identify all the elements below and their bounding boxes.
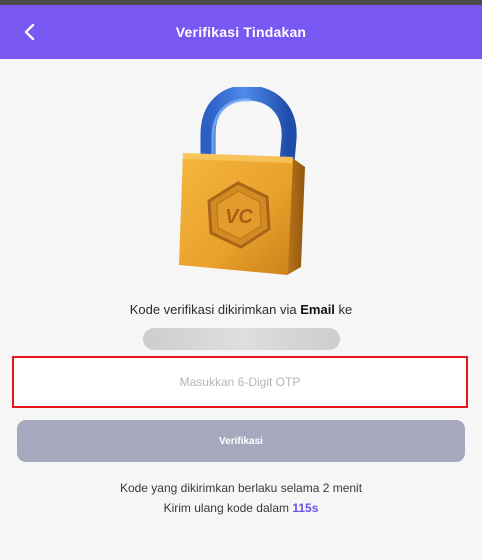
resend-countdown: 115s	[292, 501, 319, 515]
validity-note: Kode yang dikirimkan berlaku selama 2 me…	[119, 481, 363, 495]
resend-prefix: Kirim ulang kode dalam	[163, 501, 289, 515]
info-channel: Email	[300, 302, 335, 317]
info-prefix: Kode verifikasi dikirimkan via	[129, 302, 297, 317]
otp-field-highlight	[12, 356, 468, 408]
padlock-icon: VC	[175, 85, 310, 277]
info-suffix: ke	[338, 302, 353, 317]
chevron-left-icon	[24, 24, 35, 40]
verification-info: Kode verifikasi dikirimkan via Email ke	[0, 302, 482, 317]
page-title: Verifikasi Tindakan	[175, 24, 307, 40]
otp-input[interactable]	[14, 358, 466, 406]
verify-button[interactable]: Verifikasi	[17, 420, 465, 462]
svg-text:VC: VC	[225, 206, 253, 228]
resend-note: Kirim ulang kode dalam 115s	[0, 501, 482, 515]
masked-email	[143, 328, 340, 350]
back-button[interactable]	[14, 16, 46, 48]
app-header: Verifikasi Tindakan	[0, 5, 482, 59]
